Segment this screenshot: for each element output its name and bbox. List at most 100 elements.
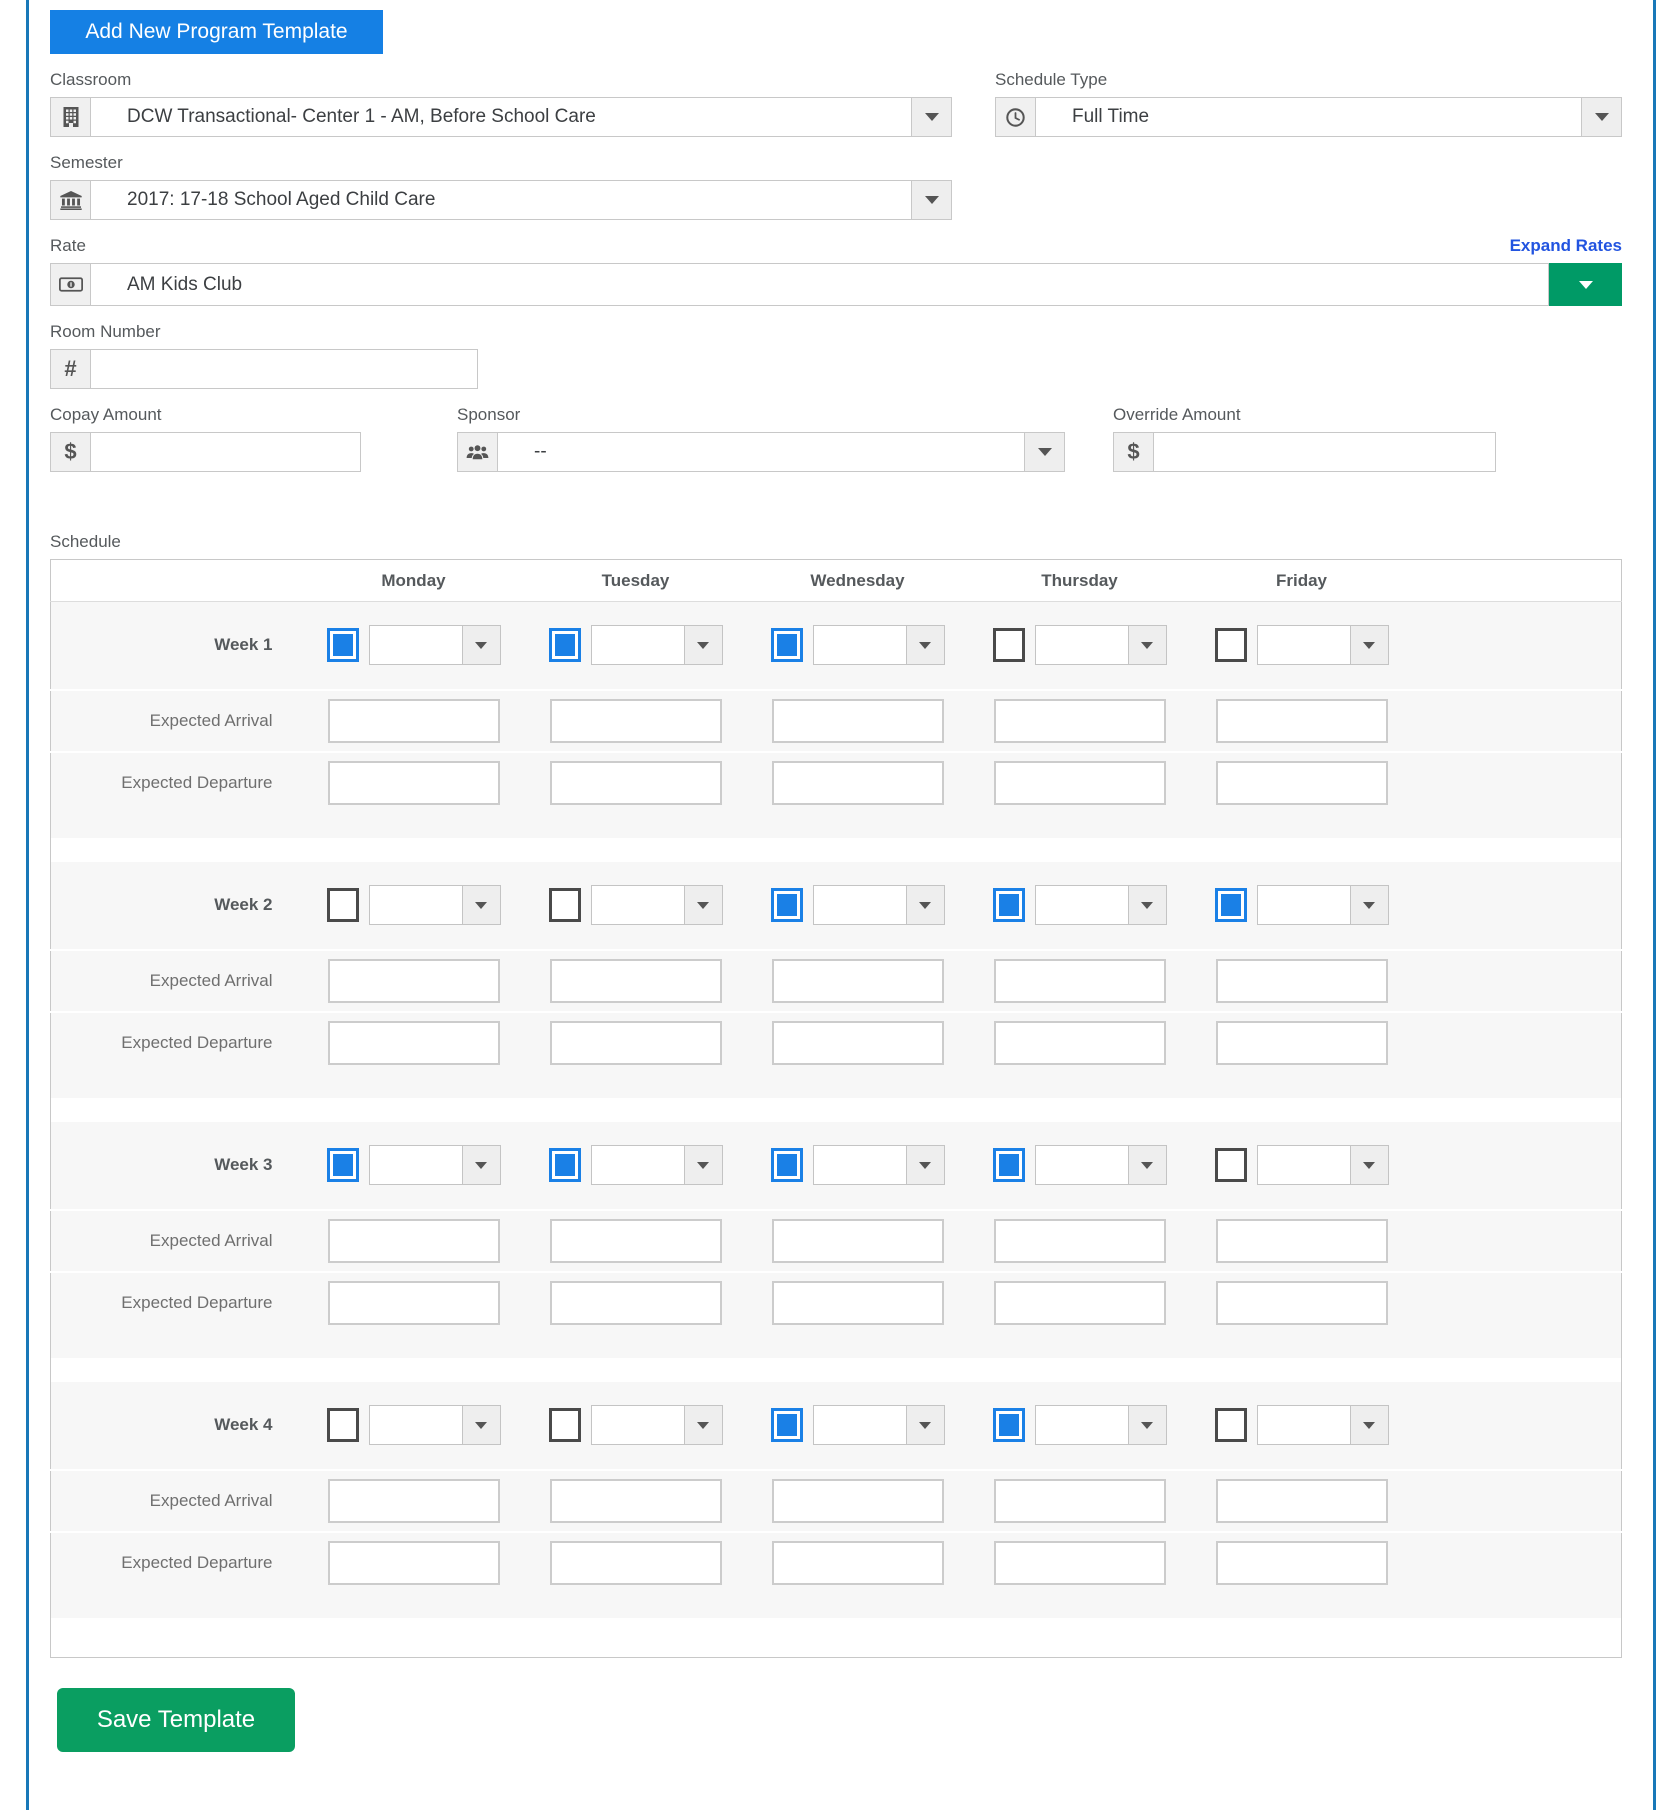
room-number-input[interactable] — [91, 350, 477, 388]
expected-arrival-input[interactable] — [327, 1478, 500, 1523]
day-select[interactable] — [812, 1405, 945, 1445]
expected-departure-input[interactable] — [1215, 1021, 1388, 1065]
sponsor-select[interactable]: -- — [457, 432, 1065, 472]
day-checkbox[interactable] — [548, 628, 581, 663]
expected-arrival-input[interactable] — [549, 1218, 722, 1263]
expected-arrival-input[interactable] — [993, 1218, 1166, 1263]
chevron-down-icon[interactable] — [1127, 886, 1166, 924]
chevron-down-icon[interactable] — [905, 626, 944, 665]
expected-departure-input[interactable] — [993, 1281, 1166, 1325]
chevron-down-icon[interactable] — [461, 1146, 500, 1184]
add-new-program-template-button[interactable]: Add New Program Template — [50, 10, 383, 54]
chevron-down-icon[interactable] — [683, 626, 722, 665]
expected-departure-input[interactable] — [1215, 1541, 1388, 1585]
expected-arrival-input[interactable] — [1215, 1218, 1388, 1263]
copay-amount-input[interactable] — [91, 433, 360, 471]
day-checkbox[interactable] — [326, 1408, 359, 1442]
day-select[interactable] — [1034, 625, 1167, 666]
day-checkbox[interactable] — [770, 1408, 803, 1442]
chevron-down-icon[interactable] — [683, 886, 722, 924]
day-select[interactable] — [1034, 1145, 1167, 1185]
expected-departure-input[interactable] — [327, 1281, 500, 1325]
expected-departure-input[interactable] — [1215, 761, 1388, 805]
expected-arrival-input[interactable] — [771, 1478, 944, 1523]
chevron-down-icon[interactable] — [461, 1406, 500, 1444]
chevron-down-icon[interactable] — [1581, 98, 1621, 136]
expected-arrival-input[interactable] — [327, 958, 500, 1003]
day-checkbox[interactable] — [548, 1148, 581, 1182]
expected-departure-input[interactable] — [993, 1021, 1166, 1065]
rate-expand-button[interactable] — [1549, 263, 1622, 306]
save-template-button[interactable]: Save Template — [57, 1688, 295, 1752]
expected-arrival-input[interactable] — [327, 698, 500, 743]
chevron-down-icon[interactable] — [1349, 886, 1388, 924]
day-checkbox[interactable] — [992, 888, 1025, 922]
day-select[interactable] — [368, 1145, 501, 1185]
day-checkbox[interactable] — [992, 628, 1025, 663]
chevron-down-icon[interactable] — [1349, 1146, 1388, 1184]
expected-departure-input[interactable] — [549, 1021, 722, 1065]
expected-arrival-input[interactable] — [549, 1478, 722, 1523]
day-checkbox[interactable] — [1214, 628, 1247, 663]
day-select[interactable] — [1256, 1145, 1389, 1185]
chevron-down-icon[interactable] — [1127, 1406, 1166, 1444]
expected-departure-input[interactable] — [327, 761, 500, 805]
expected-arrival-input[interactable] — [549, 698, 722, 743]
chevron-down-icon[interactable] — [905, 1146, 944, 1184]
expected-departure-input[interactable] — [771, 1541, 944, 1585]
day-select[interactable] — [590, 625, 723, 666]
day-select[interactable] — [1256, 1405, 1389, 1445]
expected-departure-input[interactable] — [549, 1281, 722, 1325]
expand-rates-link[interactable]: Expand Rates — [1510, 236, 1622, 256]
expected-departure-input[interactable] — [771, 1281, 944, 1325]
day-checkbox[interactable] — [770, 888, 803, 922]
expected-departure-input[interactable] — [1215, 1281, 1388, 1325]
chevron-down-icon[interactable] — [461, 626, 500, 665]
day-select[interactable] — [812, 625, 945, 666]
chevron-down-icon[interactable] — [1127, 1146, 1166, 1184]
chevron-down-icon[interactable] — [461, 886, 500, 924]
expected-arrival-input[interactable] — [1215, 958, 1388, 1003]
expected-arrival-input[interactable] — [771, 958, 944, 1003]
chevron-down-icon[interactable] — [683, 1146, 722, 1184]
day-select[interactable] — [1034, 1405, 1167, 1445]
override-amount-input[interactable] — [1154, 433, 1495, 471]
chevron-down-icon[interactable] — [1127, 626, 1166, 665]
day-select[interactable] — [368, 885, 501, 925]
chevron-down-icon[interactable] — [683, 1406, 722, 1444]
expected-arrival-input[interactable] — [771, 698, 944, 743]
day-checkbox[interactable] — [770, 628, 803, 663]
chevron-down-icon[interactable] — [905, 1406, 944, 1444]
expected-departure-input[interactable] — [549, 1541, 722, 1585]
day-checkbox[interactable] — [1214, 1148, 1247, 1182]
day-select[interactable] — [1256, 625, 1389, 666]
day-checkbox[interactable] — [326, 1148, 359, 1182]
expected-departure-input[interactable] — [327, 1021, 500, 1065]
day-select[interactable] — [590, 1145, 723, 1185]
day-checkbox[interactable] — [548, 888, 581, 922]
expected-departure-input[interactable] — [771, 1021, 944, 1065]
expected-departure-input[interactable] — [993, 1541, 1166, 1585]
day-select[interactable] — [1034, 885, 1167, 925]
chevron-down-icon[interactable] — [1349, 1406, 1388, 1444]
chevron-down-icon[interactable] — [1349, 626, 1388, 665]
day-select[interactable] — [812, 885, 945, 925]
expected-arrival-input[interactable] — [327, 1218, 500, 1263]
expected-arrival-input[interactable] — [993, 958, 1166, 1003]
day-checkbox[interactable] — [326, 628, 359, 663]
chevron-down-icon[interactable] — [1024, 433, 1064, 471]
chevron-down-icon[interactable] — [905, 886, 944, 924]
day-checkbox[interactable] — [992, 1148, 1025, 1182]
classroom-select[interactable]: DCW Transactional- Center 1 - AM, Before… — [50, 97, 952, 137]
chevron-down-icon[interactable] — [911, 181, 951, 219]
expected-arrival-input[interactable] — [549, 958, 722, 1003]
day-select[interactable] — [812, 1145, 945, 1185]
day-checkbox[interactable] — [548, 1408, 581, 1442]
day-checkbox[interactable] — [1214, 1408, 1247, 1442]
day-select[interactable] — [368, 1405, 501, 1445]
expected-departure-input[interactable] — [327, 1541, 500, 1585]
expected-departure-input[interactable] — [993, 761, 1166, 805]
day-select[interactable] — [590, 1405, 723, 1445]
expected-arrival-input[interactable] — [993, 1478, 1166, 1523]
rate-select[interactable]: AM Kids Club — [50, 263, 1549, 306]
